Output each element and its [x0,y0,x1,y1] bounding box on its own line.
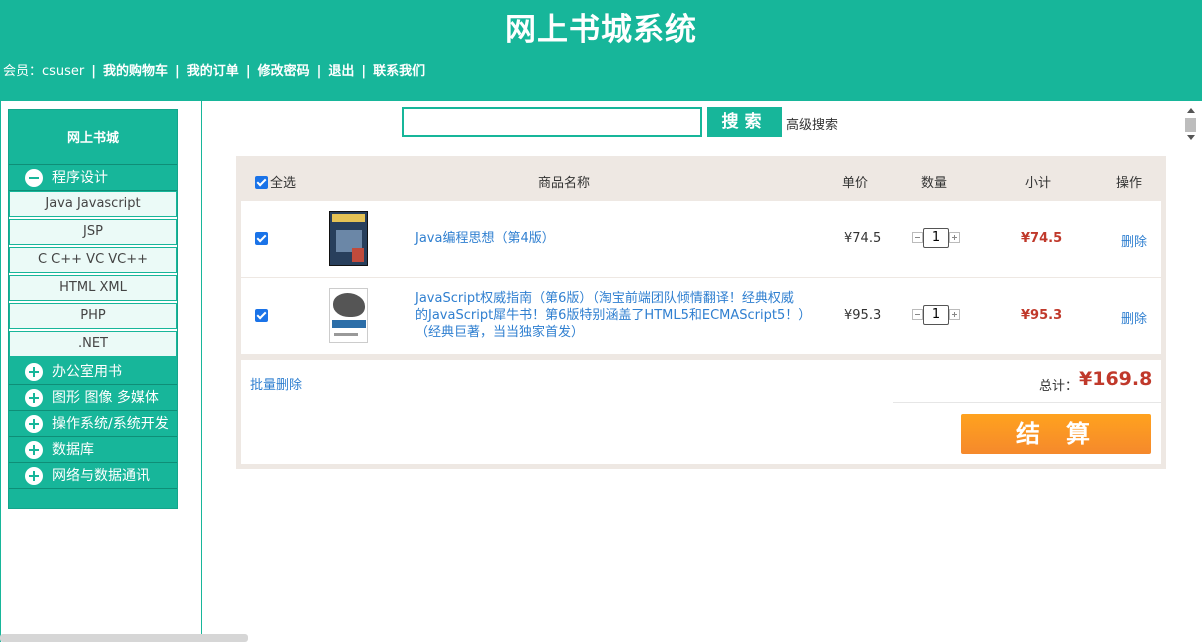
plus-circle-icon [25,389,43,407]
book-cover-image[interactable] [329,288,368,343]
category-graphics[interactable]: 图形 图像 多媒体 [9,385,177,411]
book-cover-image[interactable] [329,211,368,266]
subcategory-html-xml[interactable]: HTML XML [9,275,177,301]
checkout-button[interactable]: 结算 [961,414,1151,454]
header: 网上书城系统 会员：csuser | 我的购物车 | 我的订单 | 修改密码 | 退出 | 联系我们 [0,0,1202,101]
search-input[interactable] [402,107,702,137]
minus-circle-icon [25,169,43,187]
category-label: 图形 图像 多媒体 [52,390,159,406]
search-button[interactable]: 搜索 [707,107,782,137]
subcategory-jsp[interactable]: JSP [9,219,177,245]
category-label: 办公室用书 [52,364,122,380]
horizontal-scrollbar[interactable] [0,634,248,642]
scrollbar-thumb[interactable] [1185,118,1196,132]
item-subtotal: ¥74.5 [1021,231,1063,246]
quantity-decrease-button[interactable] [912,232,923,243]
item-price: ¥95.3 [844,308,882,323]
plus-circle-icon [25,467,43,485]
category-database[interactable]: 数据库 [9,437,177,463]
quantity-increase-button[interactable] [949,309,960,320]
vertical-scrollbar[interactable] [1183,104,1198,144]
nav-separator: | [245,64,251,79]
total-label: 总计： [1039,379,1079,394]
total-value: ¥169.8 [1079,368,1153,390]
category-label: 程序设计 [52,170,108,186]
category-sidebar: 网上书城 程序设计 Java Javascript JSP C C++ VC V… [8,109,178,509]
item-delete-link[interactable]: 删除 [1121,231,1147,250]
header-price: 单价 [842,176,869,191]
header-name: 商品名称 [538,176,591,191]
scroll-down-arrow-icon[interactable] [1187,135,1195,140]
select-all-label: 全选 [270,176,297,191]
subcategory-c-cpp[interactable]: C C++ VC VC++ [9,247,177,273]
nav-separator: | [175,64,180,79]
item-delete-link[interactable]: 删除 [1121,308,1147,327]
item-name-line: （经典巨著，当当独家首发） [415,325,585,340]
cart-item-row: JavaScript权威指南（第6版）（淘宝前端团队倾情翻译！经典权威 的Jav… [241,278,1161,354]
item-name-link[interactable]: Java编程思想（第4版） [415,230,555,247]
subcategory-dotnet[interactable]: .NET [9,331,177,357]
category-network[interactable]: 网络与数据通讯 [9,463,177,489]
advanced-search-link[interactable]: 高级搜索 [786,114,838,133]
quantity-input[interactable]: 1 [923,228,949,248]
category-office[interactable]: 办公室用书 [9,359,177,385]
nav-separator: | [91,64,97,79]
divider [893,402,1161,403]
nav-link-cart[interactable]: 我的购物车 [103,64,168,79]
plus-circle-icon [25,415,43,433]
category-label: 操作系统/系统开发 [52,416,169,432]
subcategory-php[interactable]: PHP [9,303,177,329]
quantity-decrease-button[interactable] [912,309,923,320]
nav-link-orders[interactable]: 我的订单 [187,64,239,79]
item-checkbox[interactable] [255,309,268,322]
cart-header: 全选 商品名称 单价 数量 小计 操作 [236,156,1166,201]
item-name-link[interactable]: JavaScript权威指南（第6版）（淘宝前端团队倾情翻译！经典权威 的Jav… [415,290,811,341]
scroll-up-arrow-icon[interactable] [1187,108,1195,113]
subcategory-java-javascript[interactable]: Java Javascript [9,191,177,217]
header-action: 操作 [1116,176,1143,191]
top-nav: 会员：csuser | 我的购物车 | 我的订单 | 修改密码 | 退出 | 联系我们 [3,60,425,79]
item-checkbox[interactable] [255,232,268,245]
nav-link-change-password[interactable]: 修改密码 [258,64,310,79]
sidebar-title: 网上书城 [9,110,177,165]
site-title: 网上书城系统 [505,12,697,48]
plus-circle-icon [25,441,43,459]
header-quantity: 数量 [921,176,948,191]
category-label: 数据库 [52,442,94,458]
plus-circle-icon [25,363,43,381]
item-price: ¥74.5 [844,231,882,246]
quantity-increase-button[interactable] [949,232,960,243]
quantity-input[interactable]: 1 [923,305,949,325]
item-name-line: JavaScript权威指南（第6版）（淘宝前端团队倾情翻译！经典权威 [415,291,794,306]
subcategory-list: Java Javascript JSP C C++ VC VC++ HTML X… [9,191,177,357]
select-all-checkbox[interactable] [255,176,268,189]
item-subtotal: ¥95.3 [1021,308,1063,323]
nav-link-logout[interactable]: 退出 [328,64,354,79]
nav-separator: | [361,64,367,79]
nav-link-contact[interactable]: 联系我们 [373,64,425,79]
left-frame: 网上书城 程序设计 Java Javascript JSP C C++ VC V… [0,101,202,642]
header-subtotal: 小计 [1025,176,1052,191]
item-name-line: Java编程思想（第4版） [415,231,555,246]
item-name-line: 的JavaScript犀牛书！第6版特别涵盖了HTML5和ECMAScript5… [415,308,812,323]
page: 网上书城系统 会员：csuser | 我的购物车 | 我的订单 | 修改密码 | 退出 | 联系我们… [0,0,1202,642]
batch-delete-link[interactable]: 批量删除 [250,374,302,393]
category-programming[interactable]: 程序设计 [9,165,177,191]
nav-separator: | [316,64,322,79]
cart-footer: 批量删除 总计： ¥169.8 结算 [241,360,1161,464]
select-all[interactable]: 全选 [255,172,296,191]
member-label: 会员：csuser [3,64,85,79]
category-os[interactable]: 操作系统/系统开发 [9,411,177,437]
cart-panel: 全选 商品名称 单价 数量 小计 操作 Java编程思想（第4版） ¥74.5 … [236,156,1166,469]
category-label: 网络与数据通讯 [52,468,150,484]
cart-item-row: Java编程思想（第4版） ¥74.5 1 ¥74.5 删除 [241,201,1161,277]
